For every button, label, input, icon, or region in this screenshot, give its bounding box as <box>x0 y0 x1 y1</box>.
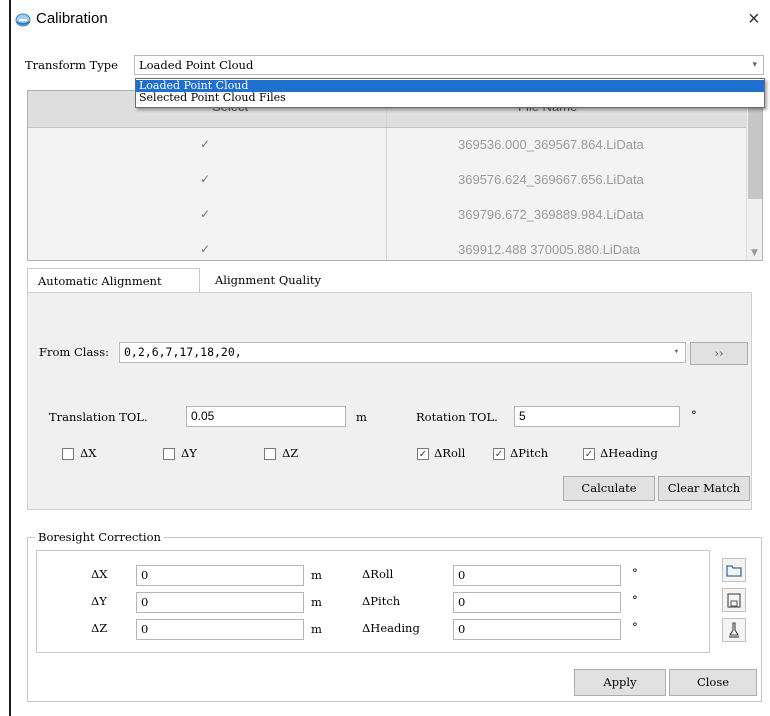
translation-unit: m <box>356 410 367 424</box>
boresight-dy-input[interactable]: 0 <box>136 592 304 613</box>
save-file-button[interactable] <box>722 588 746 612</box>
delta-pitch-label: ΔPitch <box>510 446 549 460</box>
boresight-pitch-unit: ° <box>632 593 638 607</box>
rotation-tol-label: Rotation TOL. <box>416 410 498 424</box>
tab-automatic-alignment[interactable]: Automatic Alignment <box>27 268 200 293</box>
chevron-down-icon: ▾ <box>673 347 679 357</box>
more-classes-button[interactable]: ›› <box>690 342 748 365</box>
table-row[interactable]: ✓ 369912.488 370005.880.LiData <box>28 233 746 260</box>
delta-x-label: ΔX <box>80 446 97 460</box>
globe-icon <box>15 13 31 27</box>
table-row[interactable]: ✓ 369576.624_369667.656.LiData <box>28 163 746 199</box>
table-row[interactable]: ✓ 369536.000_369567.864.LiData <box>28 128 746 164</box>
open-file-button[interactable] <box>722 558 746 582</box>
delta-z-checkbox[interactable] <box>264 448 276 460</box>
boresight-heading-input[interactable]: 0 <box>453 619 621 640</box>
boresight-dz-input[interactable]: 0 <box>136 619 304 640</box>
file-name-cell: 369576.624_369667.656.LiData <box>458 172 644 187</box>
scrollbar-thumb[interactable] <box>748 93 762 199</box>
delta-x-checkbox[interactable] <box>62 448 74 460</box>
boresight-roll-input[interactable]: 0 <box>453 565 621 586</box>
row-checkbox[interactable]: ✓ <box>200 207 210 221</box>
window-title: Calibration <box>36 10 108 27</box>
delta-y-label: ΔY <box>181 446 197 460</box>
close-button[interactable]: Close <box>669 669 757 696</box>
boresight-heading-unit: ° <box>632 620 638 634</box>
boresight-pitch-input[interactable]: 0 <box>453 592 621 613</box>
close-icon[interactable]: × <box>748 8 760 31</box>
clear-brush-icon <box>729 622 739 638</box>
delta-heading-label: ΔHeading <box>600 446 658 460</box>
boresight-dx-input[interactable]: 0 <box>136 565 304 586</box>
boresight-dx-label: ΔX <box>91 567 108 581</box>
boresight-dx-unit: m <box>311 568 322 582</box>
boresight-dz-unit: m <box>311 622 322 636</box>
rotation-tol-input[interactable]: 5 <box>514 406 680 427</box>
chevron-down-icon: ▾ <box>752 60 757 70</box>
delta-y-checkbox[interactable] <box>163 448 175 460</box>
table-row[interactable]: ✓ 369796.672_369889.984.LiData <box>28 198 746 234</box>
from-class-label: From Class: <box>39 345 109 359</box>
transform-type-dropdown: Loaded Point Cloud Selected Point Cloud … <box>135 78 765 108</box>
boresight-pitch-label: ΔPitch <box>362 594 401 608</box>
file-name-cell: 369796.672_369889.984.LiData <box>458 207 644 222</box>
boresight-dy-label: ΔY <box>91 594 107 608</box>
delta-pitch-checkbox[interactable]: ✓ <box>493 448 505 460</box>
tab-alignment-quality[interactable]: Alignment Quality <box>215 273 321 287</box>
boresight-correction-group: ΔX 0 m ΔY 0 m ΔZ 0 m ΔRoll 0 ° ΔPitch 0 … <box>27 537 762 702</box>
file-name-cell: 369536.000_369567.864.LiData <box>458 137 644 152</box>
window-left-edge <box>9 0 11 716</box>
translation-tol-label: Translation TOL. <box>49 410 148 424</box>
transform-type-label: Transform Type <box>25 58 118 72</box>
clear-button[interactable] <box>722 618 746 642</box>
file-name-cell: 369912.488 370005.880.LiData <box>458 242 641 257</box>
rotation-unit: ° <box>691 408 697 422</box>
table-scrollbar[interactable]: ▼ <box>746 91 762 260</box>
scroll-down-icon[interactable]: ▼ <box>751 248 758 258</box>
clear-match-button[interactable]: Clear Match <box>658 476 750 501</box>
boresight-dz-label: ΔZ <box>91 621 108 635</box>
row-checkbox[interactable]: ✓ <box>200 172 210 186</box>
apply-button[interactable]: Apply <box>574 669 666 696</box>
translation-tol-input[interactable]: 0.05 <box>186 406 346 427</box>
boresight-heading-label: ΔHeading <box>362 621 420 635</box>
delta-heading-checkbox[interactable]: ✓ <box>583 448 595 460</box>
folder-open-icon <box>726 565 742 577</box>
row-checkbox[interactable]: ✓ <box>200 137 210 151</box>
boresight-dy-unit: m <box>311 595 322 609</box>
dropdown-option-selected-files[interactable]: Selected Point Cloud Files <box>136 92 764 104</box>
transform-type-select[interactable]: Loaded Point Cloud ▾ <box>134 55 764 75</box>
boresight-roll-label: ΔRoll <box>362 567 394 581</box>
delta-z-label: ΔZ <box>282 446 299 460</box>
row-checkbox[interactable]: ✓ <box>200 242 210 256</box>
transform-type-value: Loaded Point Cloud <box>139 58 254 72</box>
automatic-alignment-panel: From Class: 0,2,6,7,17,18,20, ▾ ›› Trans… <box>27 292 752 510</box>
boresight-fields-box: ΔX 0 m ΔY 0 m ΔZ 0 m ΔRoll 0 ° ΔPitch 0 … <box>36 550 710 653</box>
boresight-roll-unit: ° <box>632 566 638 580</box>
boresight-correction-title: Boresight Correction <box>35 530 164 544</box>
file-table: Select File Name ✓ 369536.000_369567.864… <box>27 90 763 261</box>
calculate-button[interactable]: Calculate <box>563 476 655 501</box>
save-icon <box>727 593 741 608</box>
delta-roll-label: ΔRoll <box>434 446 466 460</box>
delta-roll-checkbox[interactable]: ✓ <box>417 448 429 460</box>
from-class-value: 0,2,6,7,17,18,20, <box>124 345 242 359</box>
from-class-select[interactable]: 0,2,6,7,17,18,20, ▾ <box>119 342 686 363</box>
